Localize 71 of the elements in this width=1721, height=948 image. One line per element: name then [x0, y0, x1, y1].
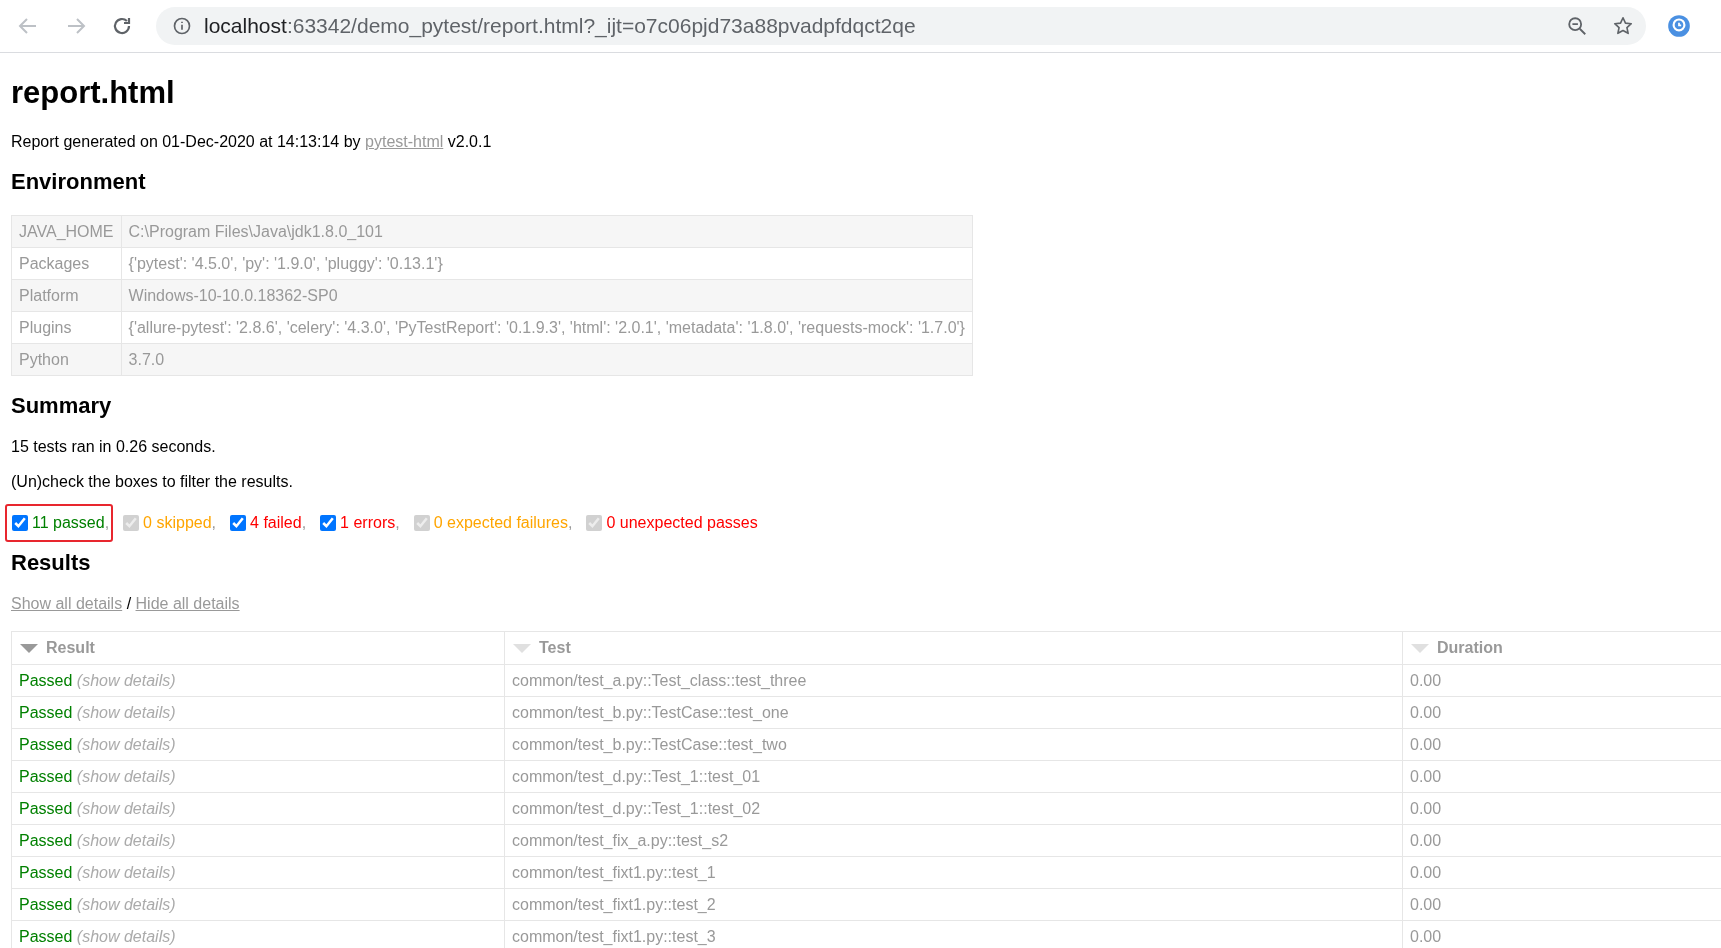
filter-checkbox[interactable]: [230, 515, 247, 531]
filter-label: 11 passed: [32, 514, 105, 532]
env-key-cell: Platform: [11, 279, 122, 312]
extension-icon[interactable]: [1666, 13, 1692, 39]
result-status-text: Passed: [19, 927, 73, 945]
show-details-link[interactable]: (show details): [76, 767, 176, 785]
filter-hint-text: (Un)check the boxes to filter the results.: [11, 472, 294, 492]
filter-label: 0 expected failures: [433, 514, 568, 532]
separator-text: ,: [301, 514, 307, 532]
result-status-text: Passed: [19, 799, 73, 817]
result-status-text: Passed: [19, 831, 73, 849]
result-status-text: Passed: [19, 767, 73, 785]
url-text: localhost:63342/demo_pytest/report.html?_ijt=o7c06pjd73a88pvadpfdqct2qe: [204, 14, 917, 38]
env-key-cell: Python: [11, 343, 122, 376]
env-key-cell: JAVA_HOME: [11, 215, 122, 248]
show-details-link[interactable]: (show details): [76, 671, 176, 689]
env-value-cell: 3.7.0: [121, 343, 973, 376]
column-header[interactable]: Duration: [1437, 639, 1503, 656]
section-heading: Environment: [11, 168, 147, 196]
env-value-cell: Windows-10-10.0.18362-SP0: [121, 279, 973, 312]
column-header[interactable]: Test: [539, 639, 571, 656]
result-status-text: Passed: [19, 671, 73, 689]
separator-text: ,: [568, 514, 573, 532]
result-status-text: Passed: [19, 735, 73, 753]
env-value-cell: {'allure-pytest': '2.8.6', 'celery': '4.3.0', 'PyTestReport': '0.1.9.3', 'html': '2.0.1', 'metadata': '1.8.0', 'requests-mock': '1.7.0'}: [121, 311, 973, 344]
env-value-cell: {'pytest': '4.5.0', 'py': '1.9.0', 'pluggy': '0.13.1'}: [121, 247, 973, 280]
result-status-text: Passed: [19, 895, 73, 913]
column-header[interactable]: Result: [46, 639, 95, 656]
star-icon[interactable]: [1612, 15, 1634, 37]
section-heading: Summary: [11, 392, 113, 420]
show-details-link[interactable]: (show details): [76, 735, 176, 753]
show-details-link[interactable]: (show details): [76, 703, 176, 721]
hide-all-details-link[interactable]: Hide all details: [135, 595, 240, 612]
filter-label: 1 errors: [340, 514, 396, 532]
show-details-link[interactable]: (show details): [76, 895, 176, 913]
test-name-cell: common/test_b.py::TestCase::test_one: [504, 696, 1403, 729]
run-summary-text: 15 tests ran in 0.26 seconds.: [11, 437, 217, 457]
sort-arrow-icon[interactable]: [20, 644, 38, 654]
separator-text: /: [126, 595, 132, 612]
separator-text: ,: [211, 514, 217, 532]
show-details-link[interactable]: (show details): [76, 799, 176, 817]
separator-text: ,: [395, 514, 400, 532]
env-value-cell: C:\Program Files\Java\jdk1.8.0_101: [121, 215, 973, 248]
report-info-text: Report generated on 01-Dec-2020 at 14:13:14 by pytest-html v2.0.1: [11, 132, 493, 152]
result-status-text: Passed: [19, 863, 73, 881]
info-icon[interactable]: [172, 16, 192, 36]
test-name-cell: common/test_fixt1.py::test_1: [504, 856, 1403, 889]
pytest-html-link[interactable]: pytest-html: [365, 133, 444, 150]
show-details-link[interactable]: (show details): [76, 927, 176, 945]
page-title: report.html: [11, 74, 176, 112]
test-name-cell: common/test_a.py::Test_class::test_three: [504, 664, 1403, 697]
zoom-out-icon[interactable]: [1566, 15, 1588, 37]
show-details-link[interactable]: (show details): [76, 863, 176, 881]
test-name-cell: common/test_b.py::TestCase::test_two: [504, 728, 1403, 761]
env-key-cell: Packages: [11, 247, 122, 280]
test-name-cell: common/test_d.py::Test_1::test_02: [504, 792, 1403, 825]
filter-label: 0 skipped: [143, 514, 212, 532]
test-name-cell: common/test_d.py::Test_1::test_01: [504, 760, 1403, 793]
filter-checkbox[interactable]: [12, 515, 28, 531]
section-heading: Results: [11, 549, 92, 577]
filter-label: 4 failed: [250, 514, 302, 532]
address-bar[interactable]: localhost:63342/demo_pytest/report.html?_ijt=o7c06pjd73a88pvadpfdqct2qe: [156, 7, 1646, 45]
result-status-text: Passed: [19, 703, 73, 721]
separator-text: ,: [104, 514, 110, 532]
test-name-cell: common/test_fix_a.py::test_s2: [504, 824, 1403, 857]
show-details-link[interactable]: (show details): [76, 831, 176, 849]
filter-label: 0 unexpected passes: [606, 514, 758, 532]
env-key-cell: Plugins: [11, 311, 122, 344]
test-name-cell: common/test_fixt1.py::test_2: [504, 888, 1403, 921]
show-all-details-link[interactable]: Show all details: [11, 595, 123, 612]
filter-checkbox[interactable]: [320, 515, 337, 531]
